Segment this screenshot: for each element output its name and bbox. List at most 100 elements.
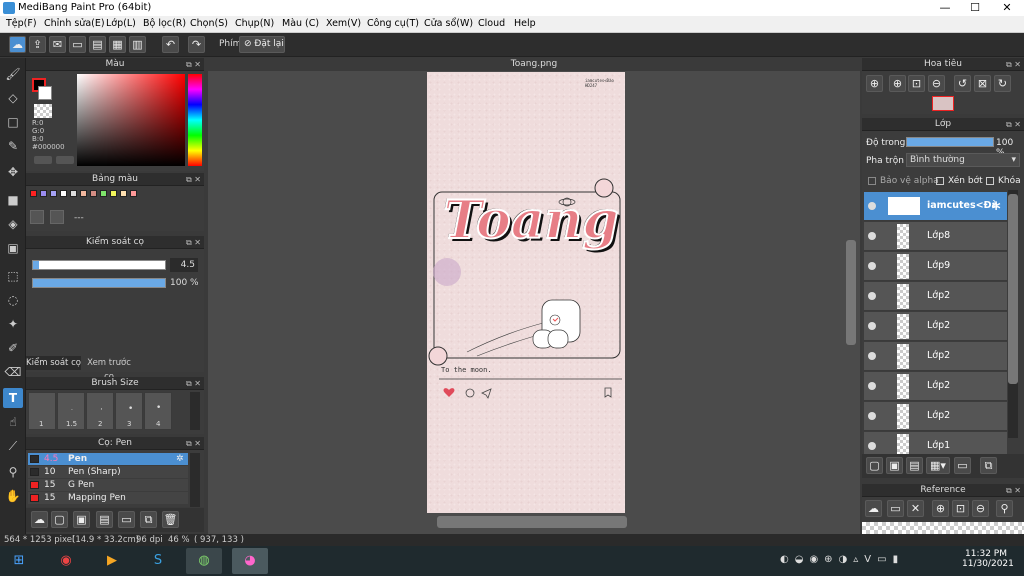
dot-tool-icon[interactable]: ✎ — [3, 136, 23, 156]
eraser-tool-icon[interactable]: ◇ — [3, 88, 23, 108]
start-button[interactable]: ⊞ — [2, 548, 36, 574]
system-tray[interactable]: ◐◒◉⊕◑▵Ⅴ▭▮ — [780, 554, 950, 568]
folder-icon[interactable]: ▭ — [954, 457, 971, 474]
lock-checkbox[interactable] — [986, 177, 994, 185]
layer-row[interactable]: Lớp2 — [864, 402, 1007, 431]
add-layer-menu-icon[interactable]: ▦▾ — [926, 457, 950, 474]
reset-button[interactable]: ⊘ Đặt lại — [239, 36, 285, 53]
brush-size-preset[interactable]: · 2 — [86, 392, 114, 430]
medibang-icon[interactable]: ◕ — [232, 548, 268, 574]
rotate-right-icon[interactable]: ↻ — [994, 75, 1011, 92]
palette-swatch[interactable] — [90, 190, 97, 197]
bucket-tool-icon[interactable]: ◈ — [3, 214, 23, 234]
zoom-out-icon[interactable]: ⊖ — [928, 75, 945, 92]
zoom-in-alt-icon[interactable]: ⊕ — [889, 75, 906, 92]
operation-tool-icon[interactable]: ☝ — [3, 412, 23, 432]
select-tool-icon[interactable]: ⬚ — [3, 266, 23, 286]
brush-size-slider[interactable] — [32, 260, 166, 270]
zoom-out-icon[interactable]: ⊖ — [972, 500, 989, 517]
transparent-swatch[interactable] — [34, 104, 52, 118]
menu-capture[interactable]: Chụp(N) — [235, 18, 274, 29]
duplicate-layer-icon[interactable]: ⧉ — [980, 457, 997, 474]
skype-icon[interactable]: S — [140, 548, 176, 574]
layer-row[interactable]: Lớp2 — [864, 312, 1007, 341]
eye-icon[interactable] — [868, 262, 876, 270]
menu-tools[interactable]: Công cụ(T) — [367, 18, 419, 29]
text-tool-icon[interactable]: T — [3, 388, 23, 408]
open-reference-icon[interactable]: ▭ — [887, 500, 904, 517]
brush-settings-icon[interactable]: ▤ — [96, 511, 113, 528]
panel-expand-icon[interactable]: ⧉ ✕ — [186, 58, 201, 71]
brush-item[interactable]: 15 Mapping Pen — [28, 492, 188, 504]
document-icon[interactable]: ▥ — [129, 36, 146, 53]
panel-expand-icon[interactable]: ⧉ ✕ — [186, 173, 201, 186]
canvas-vertical-scrollbar[interactable] — [846, 240, 856, 345]
app-icon[interactable]: ◍ — [186, 548, 222, 574]
menu-cloud[interactable]: Cloud — [478, 18, 505, 29]
protect-alpha-checkbox[interactable] — [868, 177, 876, 185]
panel-expand-icon[interactable]: ⧉ ✕ — [1006, 58, 1021, 71]
clock[interactable]: 11:32 PM 11/30/2021 — [962, 549, 1014, 569]
canvas-horizontal-scrollbar[interactable] — [437, 516, 627, 528]
palette-swatch[interactable] — [100, 190, 107, 197]
grid-page-icon[interactable]: ▦ — [109, 36, 126, 53]
layer-row[interactable]: Lớp2 — [864, 372, 1007, 401]
select-eraser-icon[interactable]: ⌫ — [3, 362, 23, 382]
brush-size-preset[interactable]: • 3 — [115, 392, 143, 430]
fit-icon[interactable]: ⊡ — [908, 75, 925, 92]
document-canvas[interactable]: iamcutes<Đào HD247 Toang To the moon. — [427, 72, 625, 513]
menu-filter[interactable]: Bộ lọc(R) — [143, 18, 186, 29]
duplicate-icon[interactable]: ⧉ — [140, 511, 157, 528]
brush-size-preset[interactable]: · 1.5 — [57, 392, 85, 430]
palette-swatch[interactable] — [80, 190, 87, 197]
panel-expand-icon[interactable]: ⧉ ✕ — [186, 437, 201, 450]
blend-select[interactable]: Bình thường ▾ — [906, 153, 1020, 167]
brush-item[interactable]: 15 G Pen — [28, 479, 188, 491]
eyedropper-icon[interactable]: ⚲ — [996, 500, 1013, 517]
eye-icon[interactable] — [868, 412, 876, 420]
brush-size-preset[interactable]: 1 — [28, 392, 56, 430]
cloud-brush-icon[interactable]: ☁ — [31, 511, 48, 528]
layer-row[interactable]: Lớp9 — [864, 252, 1007, 281]
background-color[interactable] — [38, 86, 52, 100]
panel-expand-icon[interactable]: ⧉ ✕ — [1006, 118, 1021, 131]
hue-slider[interactable] — [188, 74, 202, 166]
cloud-reference-icon[interactable]: ☁ — [865, 500, 882, 517]
zoom-in-icon[interactable]: ⊕ — [932, 500, 949, 517]
palette-swatch[interactable] — [110, 190, 117, 197]
brush-item[interactable]: 4.5 Pen ✲ — [28, 453, 188, 465]
palette-swatch[interactable] — [70, 190, 77, 197]
minimize-button[interactable]: — — [930, 0, 960, 16]
layer-row[interactable]: Lớp2 — [864, 282, 1007, 311]
pick-color-button[interactable] — [56, 156, 74, 164]
new-raster-icon[interactable]: ▣ — [886, 457, 903, 474]
eye-icon[interactable] — [868, 202, 876, 210]
menu-layer[interactable]: Lớp(L) — [106, 18, 136, 29]
eye-icon[interactable] — [868, 322, 876, 330]
gear-icon[interactable]: ✲ — [991, 199, 1001, 213]
menu-color[interactable]: Màu (C) — [282, 18, 319, 29]
add-color-button[interactable] — [34, 156, 52, 164]
palette-swatch[interactable] — [120, 190, 127, 197]
palette-swatch[interactable] — [40, 190, 47, 197]
new-layer-icon[interactable]: ▢ — [866, 457, 883, 474]
navigator-preview[interactable] — [932, 96, 954, 111]
gear-icon[interactable]: ✲ — [176, 453, 184, 465]
rectangle-tool-icon[interactable]: □ — [3, 112, 23, 132]
layer-row[interactable]: iamcutes<Đà ✲ — [864, 192, 1007, 221]
layer-scroll-thumb[interactable] — [1008, 194, 1018, 384]
panel-expand-icon[interactable]: ⧉ ✕ — [186, 236, 201, 249]
opacity-slider[interactable] — [32, 278, 166, 288]
eyedropper-icon[interactable]: ⚲ — [3, 462, 23, 482]
redo-icon[interactable]: ↷ — [188, 36, 205, 53]
menu-help[interactable]: Help — [514, 18, 536, 29]
clip-checkbox[interactable] — [936, 177, 944, 185]
add-brush-icon[interactable]: ▣ — [73, 511, 90, 528]
lasso-tool-icon[interactable]: ◌ — [3, 290, 23, 310]
folder-icon[interactable]: ▭ — [118, 511, 135, 528]
close-reference-icon[interactable]: ✕ — [907, 500, 924, 517]
palette-swatch[interactable] — [130, 190, 137, 197]
palette-swatch[interactable] — [30, 190, 37, 197]
close-button[interactable]: ✕ — [992, 0, 1022, 16]
fill-rect-tool-icon[interactable]: ■ — [3, 190, 23, 210]
